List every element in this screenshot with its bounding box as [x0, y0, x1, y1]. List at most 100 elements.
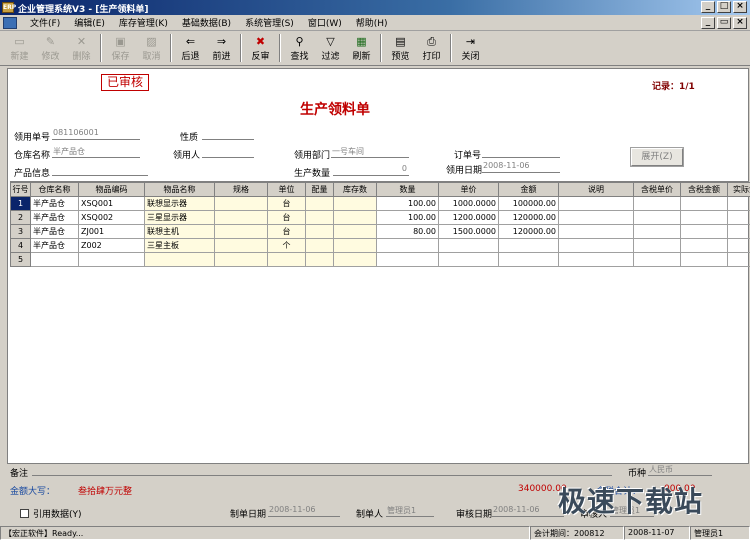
mdi-minimize-button[interactable]: _ — [701, 17, 715, 29]
cell-actual[interactable] — [727, 252, 750, 267]
cell-qty[interactable]: 80.00 — [376, 224, 439, 239]
menu-system[interactable]: 系统管理(S) — [238, 16, 301, 29]
cell-qty[interactable] — [376, 252, 439, 267]
cell-stock[interactable] — [333, 238, 377, 253]
cell-unit[interactable]: 台 — [267, 224, 306, 239]
menu-inventory[interactable]: 库存管理(K) — [112, 16, 175, 29]
window-titlebar[interactable]: ERP 企业管理系统V3 - [生产领料单] _ □ × — [0, 0, 750, 15]
cell-ratio[interactable] — [305, 210, 334, 225]
cell-item-code[interactable]: XSQ001 — [78, 196, 145, 211]
cell-stock[interactable] — [333, 252, 377, 267]
cell-stock[interactable] — [333, 210, 377, 225]
back-button[interactable]: ⇐ 后退 — [175, 32, 206, 64]
cell-ratio[interactable] — [305, 238, 334, 253]
cell-actual[interactable] — [727, 210, 750, 225]
cell-note[interactable] — [558, 252, 634, 267]
cell-price[interactable] — [438, 238, 499, 253]
cell-item-name[interactable]: 联想主机 — [144, 224, 215, 239]
col-header[interactable]: 仓库名称 — [30, 182, 79, 197]
close-window-button[interactable]: × — [733, 1, 747, 13]
cell-warehouse[interactable]: 半产品仓 — [30, 196, 79, 211]
maximize-button[interactable]: □ — [717, 1, 731, 13]
cell-amount[interactable]: 100000.00 — [498, 196, 559, 211]
preview-button[interactable]: ▤ 预览 — [385, 32, 416, 64]
cell-item-name[interactable]: 三星显示器 — [144, 210, 215, 225]
quote-data-label[interactable]: 引用数据(Y) — [33, 507, 82, 520]
cell-item-code[interactable] — [78, 252, 145, 267]
cell-price[interactable] — [438, 252, 499, 267]
cell-tax-amount[interactable] — [680, 224, 728, 239]
prod-qty-field[interactable]: 0 — [333, 164, 409, 176]
menu-help[interactable]: 帮助(H) — [349, 16, 395, 29]
table-row[interactable]: 1 半产品仓 XSQ001 联想显示器 台 100.00 1000.0000 1… — [10, 196, 750, 211]
date-field[interactable]: 2008-11-06 — [482, 161, 560, 173]
cell-warehouse[interactable]: 半产品仓 — [30, 238, 79, 253]
print-button[interactable]: ⎙ 打印 — [416, 32, 447, 64]
cell-item-name[interactable]: 三星主板 — [144, 238, 215, 253]
row-number[interactable]: 4 — [10, 238, 31, 253]
cell-actual[interactable] — [727, 238, 750, 253]
cell-price[interactable]: 1000.0000 — [438, 196, 499, 211]
nature-field[interactable] — [202, 128, 254, 140]
cell-spec[interactable] — [214, 252, 268, 267]
cell-price[interactable]: 1500.0000 — [438, 224, 499, 239]
find-button[interactable]: ⚲ 查找 — [284, 32, 315, 64]
table-row[interactable]: 4 半产品仓 Z002 三星主板 个 — [10, 238, 750, 253]
cell-unit[interactable]: 台 — [267, 196, 306, 211]
mdi-restore-button[interactable]: ▭ — [717, 17, 731, 29]
dept-field[interactable]: 一号车间 — [331, 146, 409, 158]
col-header[interactable]: 单位 — [267, 182, 306, 197]
cell-price[interactable]: 1200.0000 — [438, 210, 499, 225]
quote-data-checkbox[interactable] — [20, 509, 29, 518]
cell-tax-amount[interactable] — [680, 252, 728, 267]
table-row[interactable]: 5 — [10, 252, 750, 267]
cell-item-name[interactable] — [144, 252, 215, 267]
col-header[interactable]: 配量 — [305, 182, 334, 197]
doc-no-field[interactable]: 081106001 — [52, 128, 140, 140]
close-button[interactable]: ⇥ 关闭 — [455, 32, 486, 64]
cancel-button[interactable]: ▨ 取消 — [136, 32, 167, 64]
delete-button[interactable]: ✕ 删除 — [66, 32, 97, 64]
cell-note[interactable] — [558, 196, 634, 211]
col-header[interactable]: 数量 — [376, 182, 439, 197]
menu-basedata[interactable]: 基础数据(B) — [175, 16, 238, 29]
cell-note[interactable] — [558, 210, 634, 225]
currency-field[interactable]: 人民币 — [648, 464, 712, 476]
col-header[interactable]: 规格 — [214, 182, 268, 197]
cell-actual[interactable] — [727, 224, 750, 239]
cell-stock[interactable] — [333, 224, 377, 239]
mdi-close-button[interactable]: × — [733, 17, 747, 29]
cell-stock[interactable] — [333, 196, 377, 211]
new-button[interactable]: ▭ 新建 — [4, 32, 35, 64]
warehouse-field[interactable]: 半产品仓 — [52, 146, 140, 158]
user-field[interactable] — [202, 146, 254, 158]
save-button[interactable]: ▣ 保存 — [105, 32, 136, 64]
cell-tax-amount[interactable] — [680, 196, 728, 211]
col-header[interactable]: 含税单价 — [633, 182, 681, 197]
cell-tax-amount[interactable] — [680, 238, 728, 253]
unapprove-button[interactable]: ✖ 反审 — [245, 32, 276, 64]
row-number[interactable]: 1 — [10, 196, 31, 211]
cell-unit[interactable]: 台 — [267, 210, 306, 225]
cell-amount[interactable] — [498, 252, 559, 267]
cell-note[interactable] — [558, 238, 634, 253]
creator-field[interactable]: 管理员1 — [386, 505, 434, 517]
cell-amount[interactable] — [498, 238, 559, 253]
cell-note[interactable] — [558, 224, 634, 239]
cell-qty[interactable]: 100.00 — [376, 210, 439, 225]
product-info-field[interactable] — [52, 164, 148, 176]
cell-qty[interactable]: 100.00 — [376, 196, 439, 211]
col-header[interactable]: 实际金 — [727, 182, 750, 197]
col-header[interactable]: 金额 — [498, 182, 559, 197]
cell-unit[interactable]: 个 — [267, 238, 306, 253]
audit-date-field[interactable]: 2008-11-06 — [492, 505, 564, 517]
cell-spec[interactable] — [214, 210, 268, 225]
cell-warehouse[interactable] — [30, 252, 79, 267]
expand-button[interactable]: 展开(Z) — [631, 148, 683, 166]
cell-item-name[interactable]: 联想显示器 — [144, 196, 215, 211]
cell-item-code[interactable]: Z002 — [78, 238, 145, 253]
filter-button[interactable]: ▽ 过滤 — [315, 32, 346, 64]
table-row[interactable]: 2 半产品仓 XSQ002 三星显示器 台 100.00 1200.0000 1… — [10, 210, 750, 225]
row-number[interactable]: 5 — [10, 252, 31, 267]
minimize-button[interactable]: _ — [701, 1, 715, 13]
